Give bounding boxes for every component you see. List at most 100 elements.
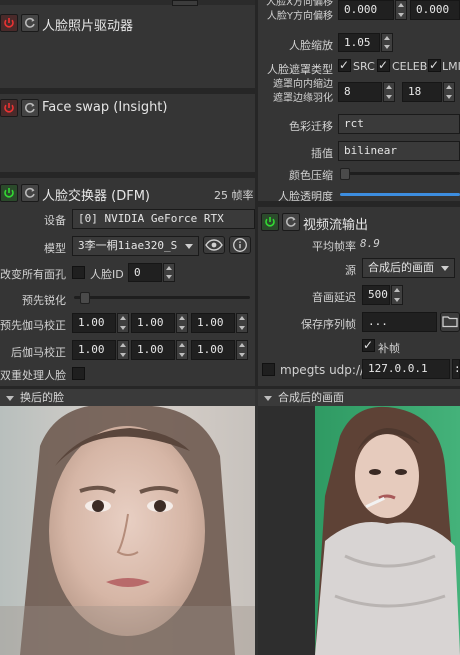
- presharpen-handle[interactable]: [80, 292, 90, 304]
- pre-gamma-r[interactable]: 1.00: [72, 313, 116, 333]
- post-gamma-g-stepper[interactable]: [176, 340, 188, 360]
- stream-reload-button[interactable]: [282, 213, 300, 231]
- source-label: 源: [345, 264, 356, 277]
- mpegts-port-field[interactable]: :: [452, 359, 460, 379]
- mpegts-checkbox[interactable]: [262, 363, 275, 376]
- reload-icon: [25, 187, 35, 198]
- save-seq-field[interactable]: ...: [362, 312, 437, 332]
- dfm-reload-button[interactable]: [21, 184, 39, 202]
- post-gamma-g[interactable]: 1.00: [131, 340, 175, 360]
- audio-delay-field[interactable]: 500: [362, 285, 390, 305]
- merged-preview: [315, 406, 460, 655]
- dfm-power-button[interactable]: [0, 184, 18, 202]
- post-gamma-r[interactable]: 1.00: [72, 340, 116, 360]
- reload-icon: [25, 17, 35, 28]
- face-image: [0, 406, 255, 655]
- photo-driver-power-button[interactable]: [0, 14, 18, 32]
- post-gamma-b[interactable]: 1.00: [191, 340, 235, 360]
- pre-gamma-g[interactable]: 1.00: [131, 313, 175, 333]
- offset-x-label: 人脸X方向偏移: [266, 0, 333, 8]
- scale-field[interactable]: 1.05: [338, 33, 380, 52]
- check-icon: ✓: [363, 338, 374, 352]
- dfm-fps: 25 帧率: [214, 189, 254, 202]
- pre-gamma-b-value: 1.00: [197, 316, 224, 329]
- swapped-face-header[interactable]: 换后的脸: [0, 389, 255, 406]
- swap-all-checkbox[interactable]: [72, 266, 85, 279]
- color-compress-track[interactable]: [340, 172, 460, 175]
- mpegts-address-value: 127.0.0.1: [368, 362, 428, 375]
- pre-gamma-r-stepper[interactable]: [117, 313, 129, 333]
- module-divider: [258, 201, 460, 207]
- power-icon: [4, 103, 14, 113]
- opacity-track[interactable]: [340, 193, 460, 196]
- folder-button[interactable]: [440, 312, 460, 332]
- device-value: [0] NVIDIA GeForce RTX: [78, 212, 224, 225]
- post-gamma-r-value: 1.00: [78, 343, 105, 356]
- model-value: 3李一桐1iae320_S: [78, 239, 178, 252]
- color-transfer-label: 色彩迁移: [289, 120, 333, 133]
- module-divider: [0, 172, 255, 178]
- check-icon: ✓: [339, 58, 350, 72]
- model-select[interactable]: 3李一桐1iae320_S: [72, 236, 199, 256]
- stream-power-button[interactable]: [261, 213, 279, 231]
- mask-blur-stepper[interactable]: [443, 82, 455, 102]
- eye-icon: [205, 239, 223, 251]
- post-gamma-r-stepper[interactable]: [117, 340, 129, 360]
- face-id-field[interactable]: 0: [128, 263, 162, 282]
- info-button[interactable]: [229, 236, 251, 254]
- swapped-face-title: 换后的脸: [20, 391, 64, 404]
- pre-gamma-r-value: 1.00: [78, 316, 105, 329]
- color-compress-handle[interactable]: [340, 168, 350, 180]
- face-swap-title: Face swap (Insight): [42, 100, 168, 115]
- top-strip: [0, 0, 255, 5]
- post-gamma-g-value: 1.00: [137, 343, 164, 356]
- color-transfer-value: rct: [344, 117, 364, 130]
- merged-header[interactable]: 合成后的画面: [258, 389, 460, 406]
- mask-erode-stepper[interactable]: [383, 82, 395, 102]
- audio-delay-stepper[interactable]: [391, 285, 403, 305]
- offset-y-field[interactable]: 0.000: [410, 0, 460, 20]
- eye-button[interactable]: [203, 236, 225, 254]
- mask-type-label: 人脸遮罩类型: [267, 63, 333, 76]
- pre-gamma-b[interactable]: 1.00: [191, 313, 235, 333]
- folder-icon: [442, 316, 458, 328]
- scale-label: 人脸缩放: [289, 39, 333, 52]
- fill-frames-label: 补帧: [378, 342, 400, 355]
- offset-y-value: 0.000: [416, 3, 450, 16]
- avg-fps-label: 平均帧率: [312, 240, 356, 253]
- mask-erode-field[interactable]: 8: [338, 82, 382, 102]
- interp-select[interactable]: bilinear: [338, 141, 460, 161]
- pre-gamma-g-stepper[interactable]: [176, 313, 188, 333]
- mask-blur-field[interactable]: 18: [402, 82, 442, 102]
- face-id-stepper[interactable]: [163, 263, 175, 282]
- offset-y-label: 人脸Y方向偏移: [266, 11, 333, 22]
- dfm-title: 人脸交换器 (DFM): [42, 189, 150, 204]
- collapse-icon: [264, 395, 272, 401]
- device-select[interactable]: [0] NVIDIA GeForce RTX: [72, 209, 255, 229]
- pre-gamma-b-stepper[interactable]: [236, 313, 248, 333]
- two-pass-label: 双重处理人脸: [0, 369, 66, 382]
- offset-x-field[interactable]: 0.000: [338, 0, 394, 20]
- photo-driver-title: 人脸照片驱动器: [42, 19, 134, 34]
- reload-icon: [25, 102, 35, 113]
- two-pass-checkbox[interactable]: [72, 367, 85, 380]
- save-seq-label: 保存序列帧: [301, 318, 356, 331]
- presharpen-track[interactable]: [74, 296, 250, 299]
- interp-label: 插值: [311, 147, 333, 160]
- photo-driver-reload-button[interactable]: [21, 14, 39, 32]
- face-swap-reload-button[interactable]: [21, 99, 39, 117]
- scale-value: 1.05: [344, 36, 371, 49]
- scale-stepper[interactable]: [381, 33, 393, 52]
- power-icon: [4, 188, 14, 198]
- stream-title: 视频流输出: [303, 218, 369, 233]
- chevron-down-icon: [441, 266, 449, 271]
- mpegts-address-field[interactable]: 127.0.0.1: [362, 359, 450, 379]
- post-gamma-b-value: 1.00: [197, 343, 224, 356]
- offset-x-stepper[interactable]: [395, 0, 407, 20]
- source-select[interactable]: 合成后的画面: [362, 258, 455, 278]
- post-gamma-b-stepper[interactable]: [236, 340, 248, 360]
- face-swap-power-button[interactable]: [0, 99, 18, 117]
- color-transfer-select[interactable]: rct: [338, 114, 460, 134]
- collapse-icon: [6, 395, 14, 401]
- merged-image: [315, 406, 460, 655]
